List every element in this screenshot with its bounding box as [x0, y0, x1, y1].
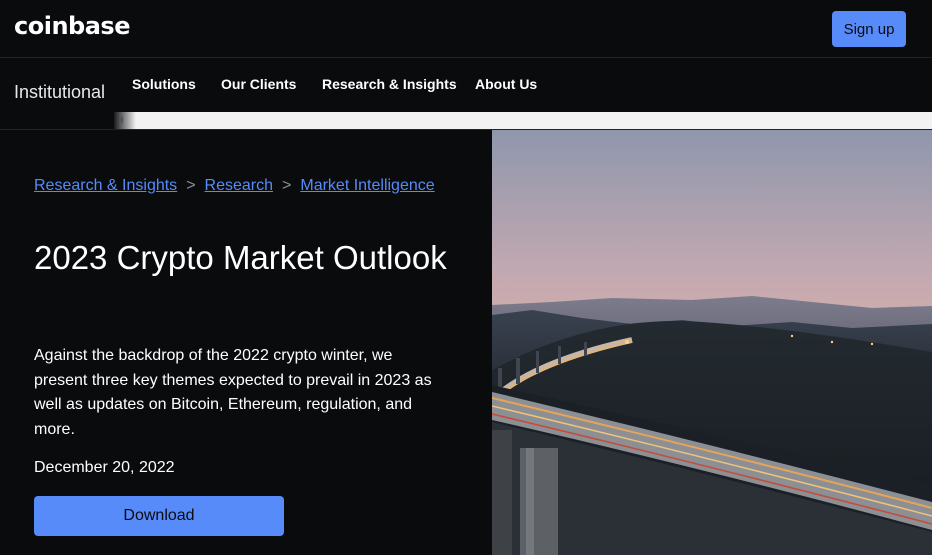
page-title: 2023 Crypto Market Outlook [34, 239, 447, 276]
hero-image [492, 130, 932, 555]
top-header: coinbase Sign up [0, 0, 932, 58]
strip-spacer [0, 112, 114, 129]
nav-item-our-clients[interactable]: Our Clients [221, 76, 296, 92]
nav-item-about-us[interactable]: About Us [475, 76, 537, 92]
article-panel: Research & Insights > Research > Market Inte… [0, 130, 492, 555]
breadcrumb-separator: > [186, 177, 196, 194]
publish-date: December 20, 2022 [34, 459, 175, 476]
breadcrumb: Research & Insights > Research > Market Inte… [34, 177, 435, 195]
article-description: Against the backdrop of the 2022 crypto … [34, 347, 432, 438]
breadcrumb-market-intelligence[interactable]: Market Intelligence [300, 177, 434, 194]
download-button[interactable]: Download [34, 496, 284, 536]
institutional-brand[interactable]: Institutional [14, 82, 105, 103]
breadcrumb-research-insights[interactable]: Research & Insights [34, 177, 177, 194]
horizontal-scrollbar[interactable] [114, 112, 932, 129]
bridge-landscape-image [492, 130, 932, 555]
breadcrumb-separator: > [282, 177, 292, 194]
nav-item-solutions[interactable]: Solutions [132, 76, 196, 92]
coinbase-logo[interactable]: coinbase [14, 12, 130, 40]
nav-item-research-insights[interactable]: Research & Insights [322, 76, 457, 92]
chevron-left-icon[interactable] [118, 116, 123, 124]
sub-navigation: Institutional Solutions Our Clients Rese… [0, 58, 932, 112]
breadcrumb-research[interactable]: Research [205, 177, 273, 194]
sign-up-button[interactable]: Sign up [832, 11, 906, 47]
